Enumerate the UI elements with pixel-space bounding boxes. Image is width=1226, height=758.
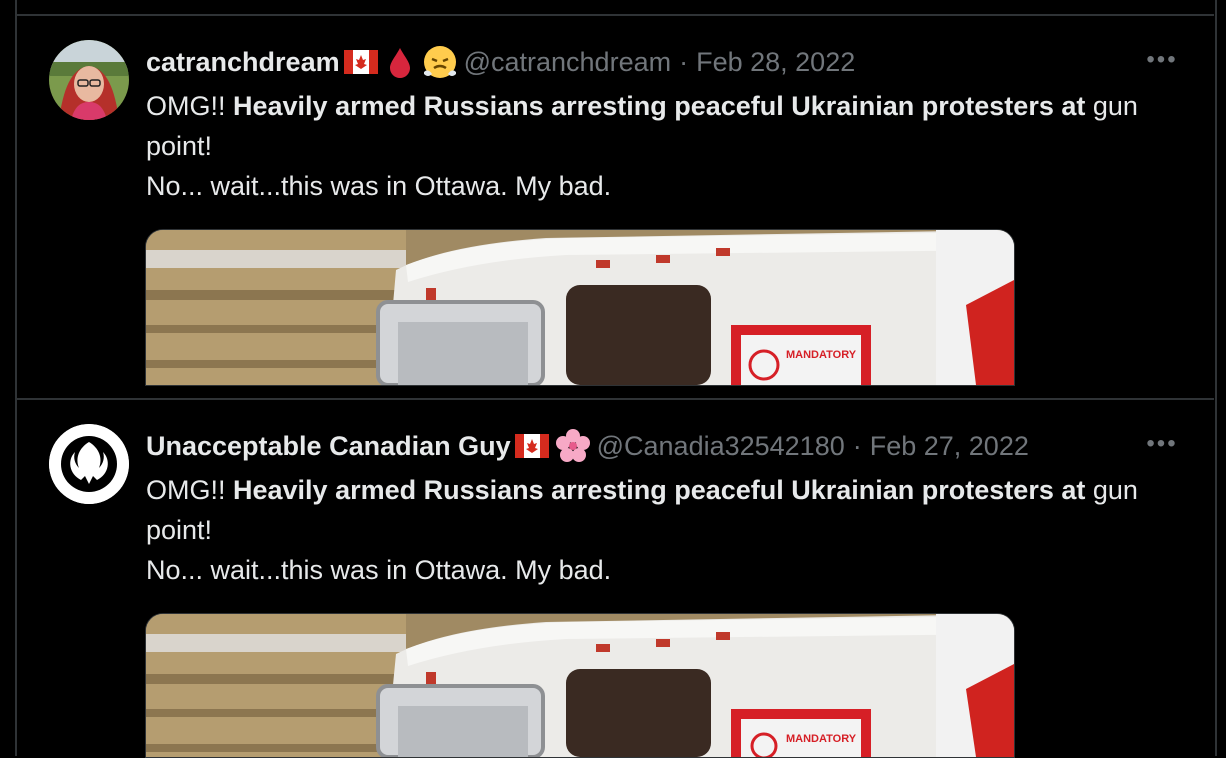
- canada-flag-icon: [343, 50, 378, 74]
- tweet-text-intro: OMG!!: [146, 475, 233, 505]
- drop-of-blood-icon: [384, 44, 416, 80]
- avatar[interactable]: [49, 424, 129, 504]
- tweet-1[interactable]: catranchdream @catranchdream · Feb 28, 2…: [0, 0, 1226, 398]
- tweet-text: OMG!! Heavily armed Russians arresting p…: [146, 470, 1196, 590]
- tweet-2[interactable]: Unacceptable Canadian Guy @Canadia325421…: [0, 400, 1226, 758]
- separator: ·: [679, 46, 689, 77]
- timestamp[interactable]: Feb 27, 2022: [870, 431, 1029, 462]
- user-handle[interactable]: @catranchdream: [464, 47, 672, 78]
- media-sign-text: MANDATORY: [786, 349, 857, 361]
- more-options-icon[interactable]: •••: [1144, 430, 1180, 457]
- tweet-text-intro: OMG!!: [146, 91, 233, 121]
- tweet-text-line2: No... wait...this was in Ottawa. My bad.: [146, 555, 612, 585]
- tweet-text-bold: Heavily armed Russians arresting peacefu…: [233, 91, 1086, 121]
- tweet-text-line2: No... wait...this was in Ottawa. My bad.: [146, 171, 612, 201]
- avatar[interactable]: [49, 40, 129, 120]
- tweet-header: catranchdream @catranchdream · Feb 28, 2…: [146, 42, 855, 82]
- tweet-text: OMG!! Heavily armed Russians arresting p…: [146, 86, 1196, 206]
- separator: ·: [852, 430, 862, 461]
- canada-flag-icon: [514, 434, 549, 458]
- timestamp[interactable]: Feb 28, 2022: [696, 47, 855, 78]
- display-name[interactable]: Unacceptable Canadian Guy: [146, 431, 511, 462]
- tweet-media[interactable]: MANDATORY: [145, 613, 1015, 758]
- more-options-icon[interactable]: •••: [1144, 46, 1180, 73]
- user-handle[interactable]: @Canadia32542180: [597, 431, 845, 462]
- media-sign-text: MANDATORY: [786, 733, 857, 745]
- tweet-media[interactable]: MANDATORY: [145, 229, 1015, 386]
- face-with-steam-icon: [422, 44, 456, 80]
- tweet-text-bold: Heavily armed Russians arresting peacefu…: [233, 475, 1086, 505]
- tweet-header: Unacceptable Canadian Guy @Canadia325421…: [146, 426, 1029, 466]
- cherry-blossom-icon: [555, 428, 590, 464]
- display-name[interactable]: catranchdream: [146, 47, 340, 78]
